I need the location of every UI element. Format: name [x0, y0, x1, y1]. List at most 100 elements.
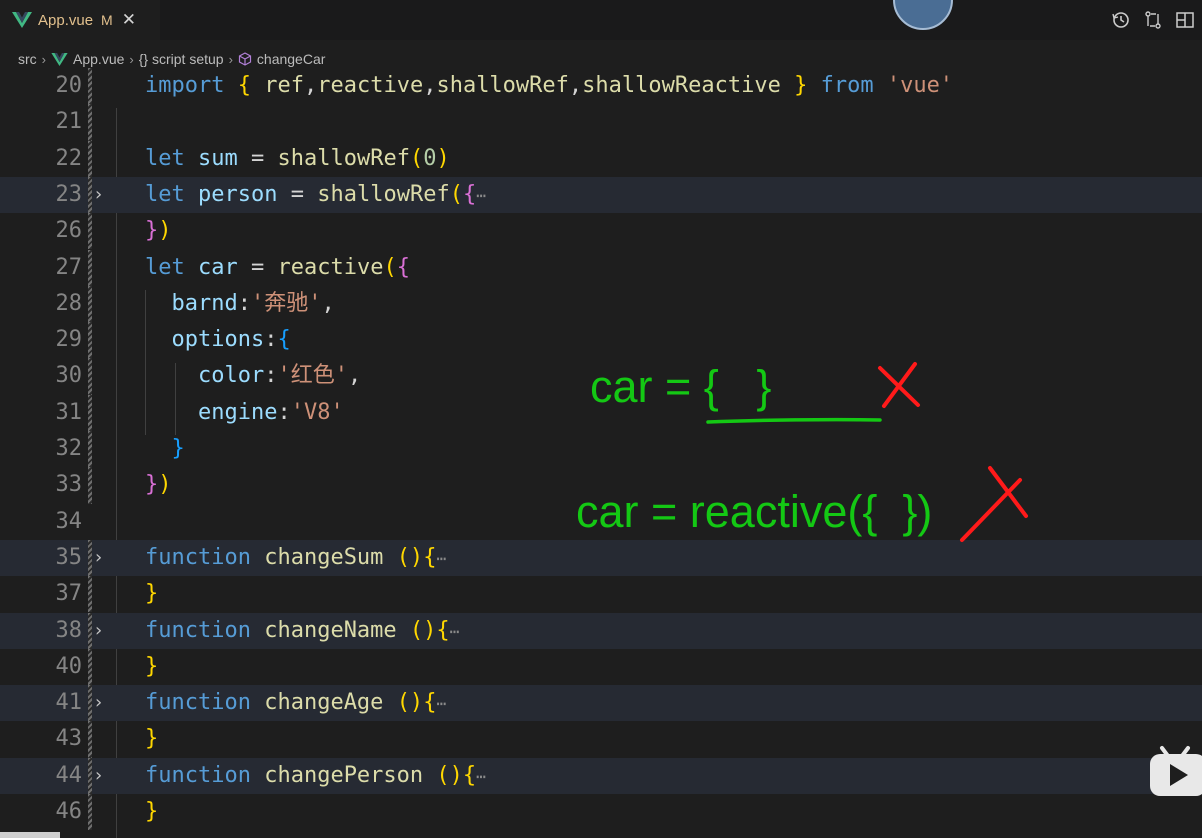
- token: car: [198, 254, 238, 280]
- chevron-right-icon: ›: [228, 51, 233, 67]
- line-number: 44: [55, 762, 83, 788]
- close-icon[interactable]: ✕: [122, 10, 136, 30]
- gutter-change-marker: [88, 249, 92, 286]
- token: from: [820, 73, 874, 98]
- line-number: 22: [55, 145, 83, 171]
- token: function: [145, 762, 251, 788]
- method-cube-icon: [238, 52, 252, 66]
- token: changePerson: [264, 762, 424, 788]
- token: sum: [198, 145, 238, 171]
- token: person: [198, 181, 278, 207]
- token: changeSum: [264, 544, 384, 570]
- breadcrumb-script-setup[interactable]: {} script setup: [139, 51, 224, 67]
- gutter-change-marker: [88, 648, 92, 686]
- fold-expand-icon[interactable]: ›: [95, 540, 102, 576]
- vue-icon: [51, 52, 68, 66]
- line-number: 23: [55, 181, 83, 207]
- code-line: 27 let car = reactive({: [0, 249, 1202, 286]
- fold-expand-icon[interactable]: ›: [95, 177, 102, 213]
- gutter-change-marker: [88, 285, 92, 323]
- vue-icon: [12, 12, 32, 28]
- breadcrumb-src[interactable]: src: [18, 51, 37, 67]
- code-editor[interactable]: 20 import { ref,reactive,shallowRef,shal…: [0, 68, 1202, 838]
- code-line: 37 }: [0, 576, 1202, 613]
- editor-tab-bar: App.vue M ✕: [0, 0, 1202, 40]
- code-line: 46 }: [0, 794, 1202, 831]
- gutter-change-marker: [88, 685, 92, 722]
- folded-ellipsis[interactable]: ⋯: [450, 622, 460, 641]
- line-number: 46: [55, 799, 83, 824]
- gutter-change-marker: [88, 322, 92, 359]
- code-line: 26 }): [0, 213, 1202, 250]
- gutter-change-marker: [88, 140, 92, 177]
- annotation-car-equals-reactive: car = reactive({ }): [576, 486, 933, 537]
- line-number: 35: [55, 544, 83, 570]
- token: let: [145, 181, 185, 207]
- token: shallowRef: [317, 181, 450, 207]
- line-number: 34: [55, 508, 83, 534]
- line-number: 40: [55, 653, 83, 679]
- token: changeAge: [264, 690, 384, 716]
- line-number: 32: [55, 436, 83, 461]
- folded-ellipsis[interactable]: ⋯: [436, 694, 446, 713]
- code-line-folded: 41 › function changeAge (){⋯: [0, 685, 1202, 722]
- fold-expand-icon[interactable]: ›: [95, 685, 102, 721]
- code-line-folded: 23 › let person = shallowRef({⋯: [0, 176, 1202, 214]
- gutter-change-marker: [88, 467, 92, 504]
- token: let: [145, 145, 185, 171]
- gutter-change-marker: [88, 612, 92, 649]
- token: '红色': [277, 363, 348, 389]
- line-number: 31: [55, 399, 83, 425]
- folded-ellipsis[interactable]: ⋯: [476, 767, 486, 786]
- floating-avatar: [893, 0, 953, 30]
- fold-expand-icon[interactable]: ›: [95, 613, 102, 649]
- modified-badge: M: [101, 12, 113, 28]
- line-number: 41: [55, 690, 83, 716]
- gutter-change-marker: [88, 213, 92, 250]
- annotation-text: car =: [590, 361, 704, 412]
- editor-actions: [1110, 0, 1196, 40]
- code-line: 43 }: [0, 721, 1202, 758]
- line-number: 29: [55, 327, 83, 353]
- breadcrumb-changecar[interactable]: changeCar: [257, 51, 326, 67]
- token: 0: [423, 145, 437, 171]
- token: shallowReactive: [582, 73, 781, 98]
- token: ref: [264, 73, 304, 98]
- tab-app-vue[interactable]: App.vue M ✕: [0, 0, 160, 40]
- token: shallowRef: [277, 145, 410, 171]
- token: options: [171, 327, 265, 353]
- gutter-change-marker: [88, 358, 92, 395]
- token: import: [145, 73, 225, 98]
- line-number: 28: [55, 290, 83, 316]
- gutter-change-marker: [88, 176, 92, 214]
- folded-ellipsis[interactable]: ⋯: [436, 549, 446, 568]
- line-number: 20: [55, 73, 83, 98]
- fold-expand-icon[interactable]: ›: [95, 758, 102, 794]
- annotation-text: { }: [703, 361, 772, 412]
- line-number: 30: [55, 363, 83, 389]
- gutter-change-marker: [88, 431, 92, 468]
- chevron-right-icon: ›: [41, 51, 47, 67]
- folded-ellipsis[interactable]: ⋯: [476, 186, 486, 205]
- gutter-change-marker: [88, 721, 92, 758]
- code-line: 29 options:{: [0, 322, 1202, 359]
- gutter-change-marker: [88, 104, 92, 141]
- code-line-folded: 38 › function changeName (){⋯: [0, 612, 1202, 649]
- token: '奔驰': [250, 290, 322, 316]
- token: reactive: [277, 254, 384, 280]
- token: function: [145, 690, 251, 716]
- token: changeName: [264, 617, 397, 643]
- line-number: 27: [55, 254, 83, 280]
- code-line: 22 let sum = shallowRef(0): [0, 140, 1202, 177]
- split-editor-icon[interactable]: [1174, 9, 1196, 31]
- annotation-car-equals-object: car = { }: [590, 364, 771, 409]
- compare-changes-icon[interactable]: [1142, 9, 1164, 31]
- line-number: 38: [55, 617, 83, 643]
- breadcrumb-file[interactable]: App.vue: [73, 51, 124, 67]
- gutter-change-marker: [88, 576, 92, 613]
- token: shallowRef: [436, 73, 569, 98]
- history-icon[interactable]: [1110, 9, 1132, 31]
- gutter-change-marker: [88, 394, 92, 431]
- gutter-change-marker: [88, 68, 92, 105]
- play-icon[interactable]: [1148, 740, 1202, 800]
